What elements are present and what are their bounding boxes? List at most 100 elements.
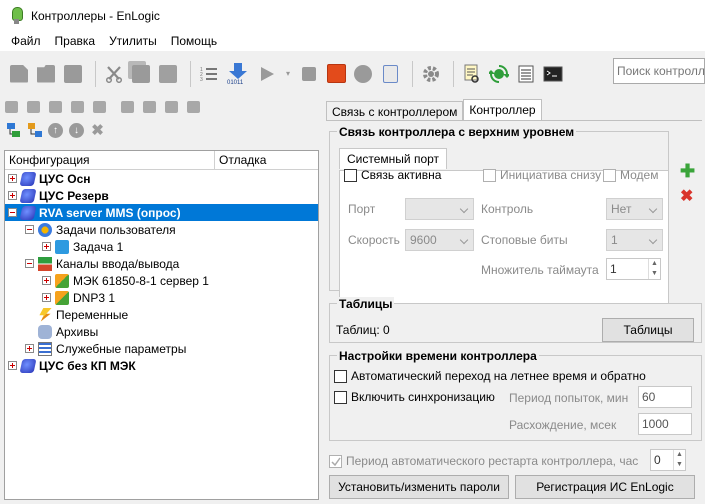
tab-controller[interactable]: Контроллер bbox=[463, 99, 542, 120]
tree-row[interactable]: МЭК 61850-8-1 сервер 1 bbox=[5, 272, 318, 289]
tree-row[interactable]: DNP3 1 bbox=[5, 289, 318, 306]
initiative-checkbox[interactable]: Инициатива снизу bbox=[483, 168, 601, 182]
attempt-period-field[interactable]: 60 bbox=[638, 386, 692, 408]
checkbox-box bbox=[483, 168, 496, 182]
expand-icon[interactable] bbox=[8, 174, 17, 183]
controller-search-input[interactable]: Поиск контроллера bbox=[613, 58, 705, 84]
tree-row[interactable]: Служебные параметры bbox=[5, 340, 318, 357]
window-title: Контроллеры - EnLogic bbox=[31, 8, 160, 23]
tree-row[interactable]: Задачи пользователя bbox=[5, 221, 318, 238]
menu-edit[interactable]: Правка bbox=[48, 34, 103, 48]
archive-icon bbox=[38, 324, 52, 339]
tree-row[interactable]: ЦУС Резерв bbox=[5, 187, 318, 204]
run-dropdown-icon[interactable]: ▾ bbox=[283, 63, 293, 85]
config-tree: Конфигурация Отладка ЦУС Осн ЦУС Резерв RV… bbox=[4, 150, 319, 500]
cube-icon bbox=[55, 239, 69, 254]
tree-row[interactable]: Переменные bbox=[5, 306, 318, 323]
expand-icon[interactable] bbox=[42, 276, 51, 285]
dst-checkbox[interactable]: Автоматический переход на летнее время и… bbox=[334, 369, 646, 383]
column-header-debug[interactable]: Отладка bbox=[215, 151, 270, 169]
tree-row[interactable]: Задача 1 bbox=[5, 238, 318, 255]
run-icon[interactable] bbox=[256, 63, 278, 85]
menu-file[interactable]: Файл bbox=[4, 34, 48, 48]
spinner-arrows-icon[interactable]: ▲ ▼ bbox=[648, 259, 660, 279]
collapse-icon[interactable] bbox=[8, 208, 17, 217]
tree-row[interactable]: Архивы bbox=[5, 323, 318, 340]
tree-row[interactable]: ЦУС Осн bbox=[5, 170, 318, 187]
paste-icon[interactable] bbox=[157, 63, 179, 85]
expand-icon[interactable] bbox=[25, 344, 34, 353]
report-icon[interactable] bbox=[379, 63, 401, 85]
reset-icon[interactable] bbox=[352, 63, 374, 85]
checkbox-box bbox=[334, 390, 347, 404]
expand-icon[interactable] bbox=[8, 191, 17, 200]
group-icon[interactable] bbox=[71, 101, 84, 113]
right-pane: Связь с контроллером Контроллер Связь ко… bbox=[323, 96, 705, 504]
new-folder-icon[interactable] bbox=[5, 101, 18, 113]
expand-icon[interactable] bbox=[8, 361, 17, 370]
tab-system-port[interactable]: Системный порт bbox=[339, 148, 448, 169]
stop-bits-select[interactable]: 1 bbox=[606, 229, 663, 251]
tree-move-icon[interactable] bbox=[26, 122, 43, 139]
move-up-icon[interactable]: ↑ bbox=[47, 122, 64, 139]
set-passwords-button[interactable]: Установить/изменить пароли bbox=[329, 475, 509, 499]
tree-row[interactable]: ЦУС без КП МЭК bbox=[5, 357, 318, 374]
expand-icon[interactable] bbox=[42, 293, 51, 302]
svg-text:01011: 01011 bbox=[227, 80, 244, 85]
menu-help[interactable]: Помощь bbox=[164, 34, 224, 48]
delete-port-icon[interactable]: ✖ bbox=[680, 189, 693, 205]
tree-row[interactable]: RVA server MMS (опрос) bbox=[5, 204, 318, 221]
sync-checkbox[interactable]: Включить синхронизацию bbox=[334, 390, 495, 404]
dst-label: Автоматический переход на летнее время и… bbox=[351, 369, 646, 383]
registration-button[interactable]: Регистрация ИС EnLogic bbox=[515, 475, 695, 499]
control-select[interactable]: Нет bbox=[606, 198, 663, 220]
restart-period-label: Период автоматического рестарта контролл… bbox=[346, 454, 639, 468]
collapse-icon[interactable] bbox=[25, 225, 34, 234]
tree-row[interactable]: Каналы ввода/вывода bbox=[5, 255, 318, 272]
variables-icon bbox=[39, 307, 52, 322]
document-search-icon[interactable] bbox=[461, 63, 483, 85]
save-icon[interactable] bbox=[62, 63, 84, 85]
tables-count: Таблиц: 0 bbox=[336, 323, 390, 337]
cut-icon[interactable] bbox=[103, 63, 125, 85]
cut-icon[interactable] bbox=[121, 101, 134, 113]
link-active-checkbox[interactable]: Связь активна bbox=[344, 168, 441, 182]
sync-icon[interactable] bbox=[488, 63, 510, 85]
new-icon[interactable] bbox=[8, 63, 30, 85]
port-select[interactable] bbox=[405, 198, 474, 220]
column-header-configuration[interactable]: Конфигурация bbox=[5, 151, 215, 169]
settings-gear-icon[interactable] bbox=[420, 63, 442, 85]
connector-icon[interactable] bbox=[93, 101, 106, 113]
divergence-field[interactable]: 1000 bbox=[638, 413, 692, 435]
pause-icon[interactable] bbox=[298, 63, 320, 85]
toolbar-separator bbox=[453, 60, 455, 87]
menu-utilities[interactable]: Утилиты bbox=[102, 34, 164, 48]
tree-node-label: RVA server MMS (опрос) bbox=[39, 205, 181, 220]
restart-period-checkbox[interactable]: Период автоматического рестарта контролл… bbox=[329, 454, 638, 468]
tab-controller-connection[interactable]: Связь с контроллером bbox=[326, 101, 464, 120]
delete-icon[interactable] bbox=[187, 101, 200, 113]
add-port-icon[interactable]: ✚ bbox=[680, 162, 695, 180]
timeout-multiplier-spinner[interactable]: 1 ▲ ▼ bbox=[606, 258, 661, 280]
copy-icon[interactable] bbox=[143, 101, 156, 113]
open-folder-icon[interactable] bbox=[35, 63, 57, 85]
stop-icon[interactable] bbox=[325, 63, 347, 85]
remove-icon[interactable]: ✖ bbox=[89, 122, 106, 139]
module-icon[interactable] bbox=[49, 101, 62, 113]
paste-icon[interactable] bbox=[165, 101, 178, 113]
download-to-controller-icon[interactable]: 01011 bbox=[225, 62, 251, 85]
copy-icon[interactable] bbox=[130, 63, 152, 85]
open-icon[interactable] bbox=[27, 101, 40, 113]
speed-select[interactable]: 9600 bbox=[405, 229, 474, 251]
restart-period-spinner[interactable]: 0 ▲ ▼ bbox=[650, 449, 686, 471]
terminal-icon[interactable] bbox=[542, 63, 564, 85]
modem-checkbox[interactable]: Модем bbox=[603, 168, 658, 182]
tree-add-icon[interactable] bbox=[5, 122, 22, 139]
move-down-icon[interactable]: ↓ bbox=[68, 122, 85, 139]
collapse-icon[interactable] bbox=[25, 259, 34, 268]
list-window-icon[interactable] bbox=[515, 63, 537, 85]
spinner-arrows-icon[interactable]: ▲ ▼ bbox=[673, 450, 685, 470]
expand-icon[interactable] bbox=[42, 242, 51, 251]
numbered-list-icon[interactable]: 123 bbox=[198, 63, 220, 85]
tables-button[interactable]: Таблицы bbox=[602, 318, 694, 342]
